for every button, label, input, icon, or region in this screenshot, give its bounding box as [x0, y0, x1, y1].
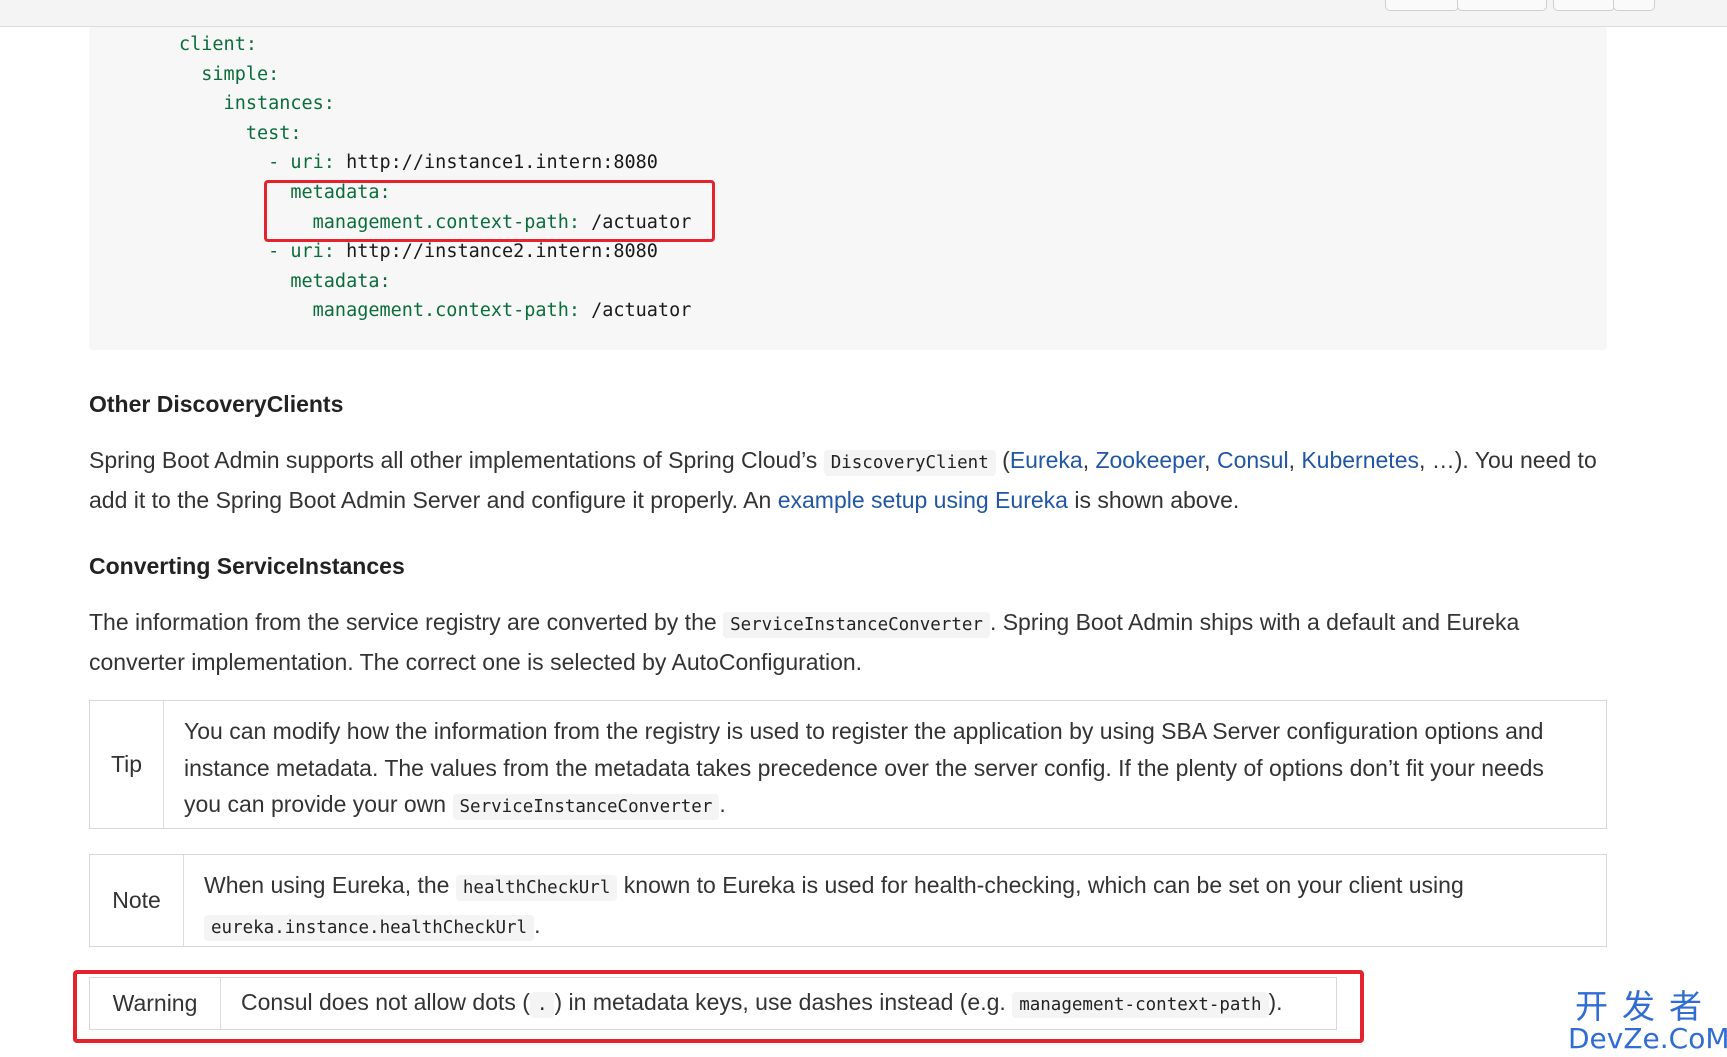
highlight-box-metadata: [264, 180, 715, 242]
admonition-content: You can modify how the information from …: [164, 701, 1606, 828]
inline-code: DiscoveryClient: [823, 450, 996, 476]
watermark-logo: 开发者 DevZe.CoM: [1568, 987, 1727, 1055]
link-zookeeper[interactable]: Zookeeper: [1095, 447, 1204, 473]
link-consul[interactable]: Consul: [1217, 447, 1289, 473]
paragraph-other-discoveryclients: Spring Boot Admin supports all other imp…: [89, 442, 1609, 518]
toolbar-segment[interactable]: [1457, 0, 1547, 11]
code-value: http://instance1.intern:8080: [334, 152, 658, 174]
toolbar-segment[interactable]: [1613, 0, 1655, 11]
text: ,: [1204, 447, 1217, 473]
link-kubernetes[interactable]: Kubernetes: [1301, 447, 1419, 473]
code-key: test:: [179, 122, 302, 144]
toolbar-segment[interactable]: [1385, 0, 1459, 11]
watermark-cn: 开发者: [1575, 987, 1716, 1026]
code-key: management.context-path:: [179, 300, 580, 322]
inline-code: healthCheckUrl: [455, 875, 618, 901]
link-example-setup[interactable]: example setup using Eureka: [778, 487, 1068, 513]
code-line: metadata:: [179, 267, 691, 297]
code-value: /actuator: [579, 300, 692, 322]
heading-other-discoveryclients: Other DiscoveryClients: [89, 391, 344, 417]
text: .: [534, 911, 541, 938]
code-line: client:: [179, 30, 691, 60]
highlight-box-warning: [73, 970, 1364, 1043]
code-key: metadata:: [179, 270, 391, 292]
text: You can modify how the information from …: [184, 718, 1544, 817]
code-line: simple:: [179, 60, 691, 90]
text: When using Eureka, the: [204, 872, 456, 898]
code-key: client:: [179, 34, 257, 55]
admonition-tip: Tip You can modify how the information f…: [89, 700, 1607, 829]
link-eureka[interactable]: Eureka: [1010, 447, 1083, 473]
paragraph-converting: The information from the service registr…: [89, 604, 1609, 680]
inline-code: eureka.instance.healthCheckUrl: [204, 914, 535, 941]
code-key: simple:: [179, 63, 280, 85]
heading-converting-serviceinstances: Converting ServiceInstances: [89, 553, 405, 579]
top-bar: [0, 0, 1727, 27]
inline-code: ServiceInstanceConverter: [452, 794, 720, 820]
code-line: test:: [179, 119, 691, 149]
code-value: http://instance2.intern:8080: [334, 241, 658, 263]
text: (: [995, 447, 1010, 473]
text: ,: [1288, 447, 1302, 473]
code-key: instances:: [179, 93, 335, 115]
admonition-content: When using Eureka, the healthCheckUrl kn…: [184, 855, 1606, 946]
watermark-en: DevZe.CoM: [1568, 1022, 1727, 1055]
code-line: - uri: http://instance1.intern:8080: [179, 148, 691, 178]
code-listing: client: simple: instances: test: - uri: …: [179, 30, 691, 326]
code-line: management.context-path: /actuator: [179, 296, 692, 326]
toolbar-segment[interactable]: [1553, 0, 1615, 11]
admonition-label: Tip: [90, 701, 164, 828]
text: ,: [1082, 447, 1096, 473]
admonition-label: Note: [90, 855, 184, 946]
inline-code: ServiceInstanceConverter: [723, 612, 990, 638]
text: .: [719, 791, 726, 817]
text: The information from the service registr…: [89, 609, 724, 635]
text: is shown above.: [1067, 486, 1240, 513]
text: Spring Boot Admin supports all other imp…: [89, 447, 824, 473]
code-line: instances:: [179, 89, 691, 119]
text: known to Eureka is used for health-check…: [617, 872, 1464, 898]
code-key: - uri:: [179, 241, 335, 263]
admonition-note: Note When using Eureka, the healthCheckU…: [89, 854, 1607, 947]
code-key: - uri:: [179, 152, 335, 174]
